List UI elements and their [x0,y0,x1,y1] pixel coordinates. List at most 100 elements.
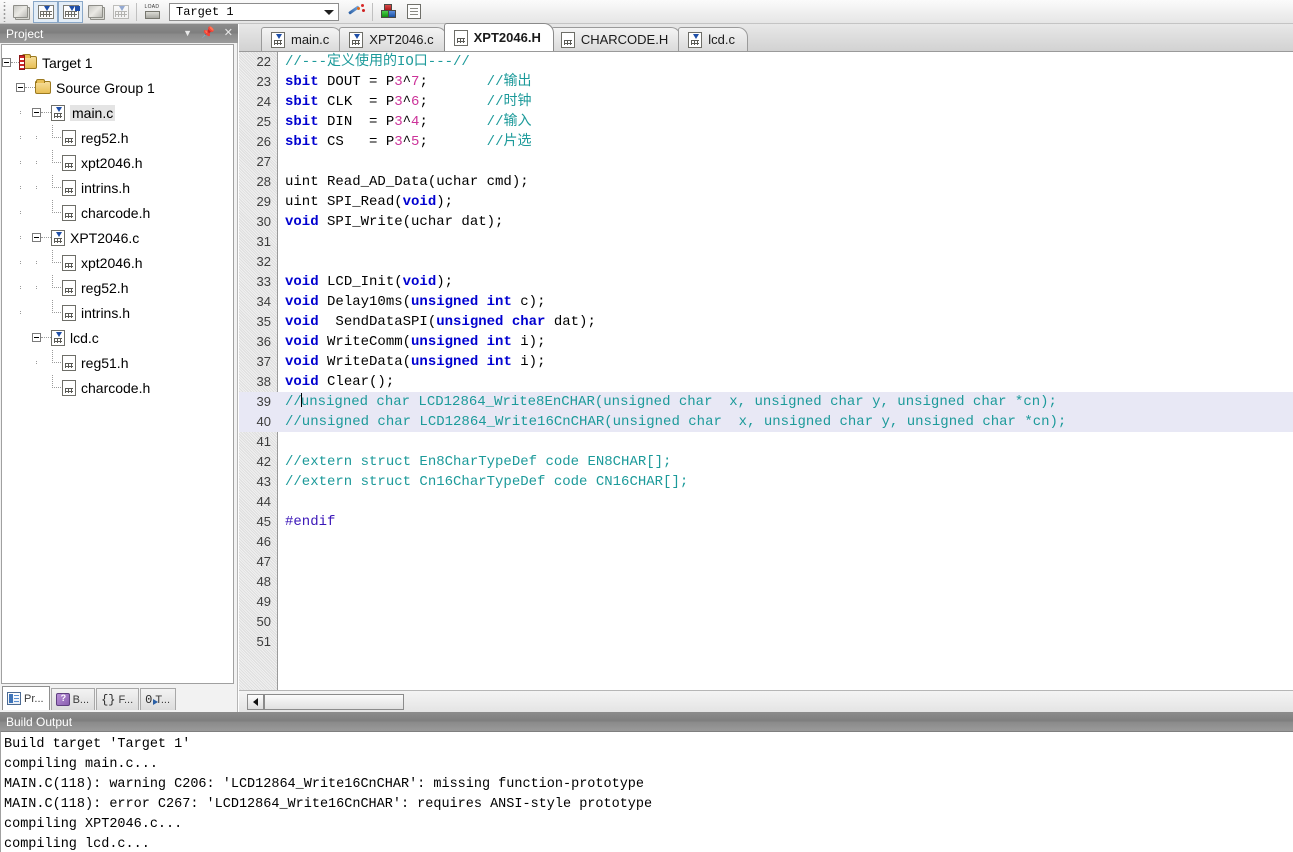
batch-build-icon-button[interactable] [83,1,108,23]
editor-tab-lcd-c[interactable]: lcd.c [678,27,748,51]
tree-item-reg51-h[interactable]: reg51.h [2,350,233,375]
editor-tab-main-c[interactable]: main.c [261,27,343,51]
editor-horizontal-scrollbar[interactable] [239,690,1293,712]
tree-item-reg52-h[interactable]: reg52.h [2,275,233,300]
tree-item-xpt2046-h[interactable]: xpt2046.h [2,250,233,275]
code-line[interactable]: 46 [239,532,1293,552]
code-line[interactable]: 42 //extern struct En8CharTypeDef code EN… [239,452,1293,472]
tree-item-intrins-h[interactable]: intrins.h [2,300,233,325]
code-line[interactable]: 41 [239,432,1293,452]
target-options-button[interactable] [344,1,369,23]
editor-tab-xpt2046-c[interactable]: XPT2046.c [339,27,447,51]
code-line[interactable]: 27 [239,152,1293,172]
build-icon-button[interactable] [33,0,58,23]
line-number: 27 [256,154,271,169]
code-editor[interactable]: 22 //---定义使用的IO口---// 23 sbit DOUT = P3^7; … [239,52,1293,712]
tree-item-xpt2046-h[interactable]: xpt2046.h [2,150,233,175]
code-line-text: //---定义使用的IO口---// [285,54,470,70]
chevron-down-icon[interactable] [324,9,334,15]
code-line[interactable]: 30 void SPI_Write(uchar dat); [239,212,1293,232]
code-line[interactable]: 37 void WriteData(unsigned int i); [239,352,1293,372]
books-button[interactable] [401,1,426,23]
line-number: 49 [256,594,271,609]
toolbar-separator-2 [372,2,373,21]
c-file-icon [51,229,65,246]
tree-item-intrins-h[interactable]: intrins.h [2,175,233,200]
line-number: 50 [256,614,271,629]
tree-collapse-icon[interactable] [2,58,11,67]
project-tab-f[interactable]: {} F... [96,688,140,710]
project-tab-pr[interactable]: Pr... [2,686,50,710]
tree-item-charcode-h[interactable]: charcode.h [2,200,233,225]
toolbar-grip[interactable] [1,1,8,22]
code-lines[interactable]: 22 //---定义使用的IO口---// 23 sbit DOUT = P3^7; … [239,52,1293,690]
code-line[interactable]: 43 //extern struct Cn16CharTypeDef code C… [239,472,1293,492]
build-output-panel: Build Output Build target 'Target 1' comp… [0,712,1293,852]
translate-icon [13,5,28,18]
tree-item-source-group-1[interactable]: Source Group 1 [2,75,233,100]
code-line[interactable]: 32 [239,252,1293,272]
editor-tab-charcode-h[interactable]: CHARCODE.H [550,27,682,51]
tree-item-main-c[interactable]: main.c [2,100,233,125]
build-output-body[interactable]: Build target 'Target 1' compiling main.c.… [0,731,1293,852]
code-line[interactable]: 34 void Delay10ms(unsigned int c); [239,292,1293,312]
tree-connector [48,175,62,200]
project-tree[interactable]: Target 1 Source Group 1 main.c reg52.h xpt20… [1,44,234,684]
code-line[interactable]: 48 [239,572,1293,592]
pin-icon[interactable]: 📌 [201,28,215,39]
code-line[interactable]: 36 void WriteComm(unsigned int i); [239,332,1293,352]
code-line[interactable]: 23 sbit DOUT = P3^7; //输出 [239,72,1293,92]
code-line-text: //unsigned char LCD12864_Write16CnCHAR(u… [285,414,1067,430]
code-line[interactable]: 28 uint Read_AD_Data(uchar cmd); [239,172,1293,192]
code-line[interactable]: 33 void LCD_Init(void); [239,272,1293,292]
code-line[interactable]: 50 [239,612,1293,632]
code-line[interactable]: 45 #endif [239,512,1293,532]
code-line[interactable]: 26 sbit CS = P3^5; //片选 [239,132,1293,152]
close-icon[interactable]: ✕ [224,28,233,39]
code-line[interactable]: 35 void SendDataSPI(unsigned char dat); [239,312,1293,332]
tree-item-target-1[interactable]: Target 1 [2,50,233,75]
code-line[interactable]: 38 void Clear(); [239,372,1293,392]
editor-tab-label: XPT2046.c [369,32,434,47]
code-line[interactable]: 49 [239,592,1293,612]
tree-item-label: reg51.h [81,354,129,371]
tree-item-reg52-h[interactable]: reg52.h [2,125,233,150]
editor-tab-xpt2046-h[interactable]: XPT2046.H [443,23,554,51]
code-line[interactable]: 22 //---定义使用的IO口---// [239,52,1293,72]
project-tab-t[interactable]: 0 T... [140,688,177,710]
translate-icon-button[interactable] [8,1,33,23]
build-output-line: MAIN.C(118): error C267: 'LCD12864_Write… [4,797,653,812]
tree-item-lcd-c[interactable]: lcd.c [2,325,233,350]
tree-connector [41,237,51,238]
rebuild-all-icon-button[interactable] [58,0,83,23]
download-icon-button[interactable]: LOAD [140,1,165,23]
line-number: 28 [256,174,271,189]
code-line[interactable]: 40 //unsigned char LCD12864_Write16CnCHAR… [239,412,1293,432]
stop-build-icon-button[interactable] [108,1,133,23]
scrollbar-thumb[interactable] [264,693,404,710]
code-line[interactable]: 29 uint SPI_Read(void); [239,192,1293,212]
h-file-icon [62,279,76,296]
code-line-text: void Delay10ms(unsigned int c); [285,294,546,310]
h-file-icon [62,129,76,146]
scroll-left-arrow-icon[interactable] [247,693,264,710]
code-line[interactable]: 31 [239,232,1293,252]
code-line[interactable]: 47 [239,552,1293,572]
target-select[interactable]: Target 1 [169,2,339,21]
code-line[interactable]: 24 sbit CLK = P3^6; //时钟 [239,92,1293,112]
code-line[interactable]: 44 [239,492,1293,512]
manage-components-button[interactable] [376,1,401,23]
line-number: 46 [256,534,271,549]
code-line[interactable]: 51 [239,632,1293,652]
tree-collapse-icon[interactable] [32,108,41,117]
tree-collapse-icon[interactable] [16,83,25,92]
code-line[interactable]: 25 sbit DIN = P3^4; //输入 [239,112,1293,132]
tree-collapse-icon[interactable] [32,233,41,242]
target-select-value: Target 1 [176,4,234,19]
tree-item-xpt2046-c[interactable]: XPT2046.c [2,225,233,250]
chevron-down-icon[interactable]: ▼ [183,29,192,38]
code-line[interactable]: 39 //unsigned char LCD12864_Write8EnCHAR(… [239,392,1293,412]
project-tab-b[interactable]: B... [50,688,96,710]
tree-collapse-icon[interactable] [32,333,41,342]
tree-item-charcode-h[interactable]: charcode.h [2,375,233,400]
